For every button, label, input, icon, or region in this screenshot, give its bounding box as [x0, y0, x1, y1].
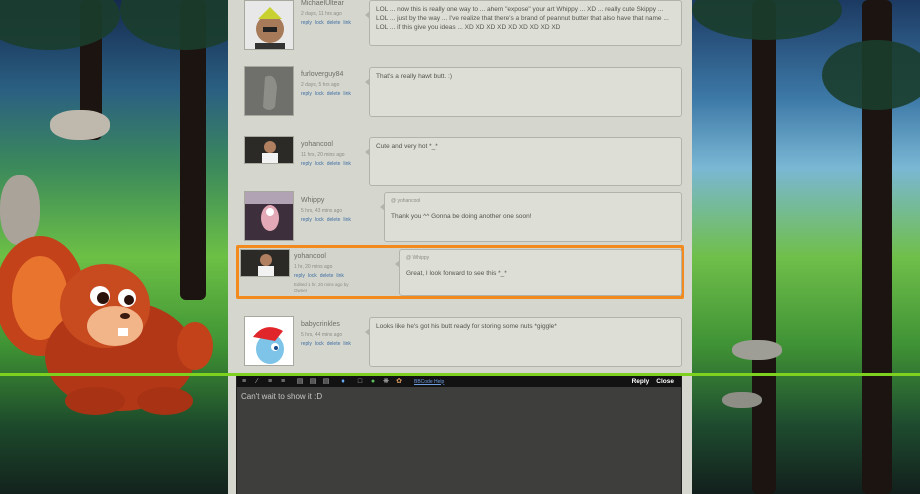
- reply-link[interactable]: reply: [301, 91, 312, 97]
- settings-icon[interactable]: ❋: [382, 378, 390, 386]
- avatar-whippy-icon: [245, 192, 293, 240]
- comment-text: Cute and very hot *_*: [376, 143, 438, 150]
- comment-text: LOL ... now this is really one way to ..…: [376, 6, 669, 31]
- squirrel-mascot: [0, 236, 213, 415]
- comment-text: That's a really hawt butt. :): [376, 73, 453, 80]
- lock-link[interactable]: lock: [315, 161, 324, 167]
- avatar-furlover-icon: [245, 67, 293, 115]
- permalink[interactable]: link: [343, 91, 351, 97]
- delete-link[interactable]: delete: [327, 91, 341, 97]
- avatar[interactable]: [240, 249, 290, 277]
- comment-body: LOL ... now this is really one way to ..…: [365, 0, 682, 46]
- underline-icon[interactable]: ≡: [266, 378, 274, 386]
- reply-link[interactable]: reply: [301, 20, 312, 26]
- comment-text: Great, I look forward to see this *_*: [406, 270, 507, 277]
- avatar-yohan-icon: [241, 250, 289, 276]
- comment-username[interactable]: yohancool: [294, 253, 374, 260]
- comment-body: Cute and very hot *_*: [365, 137, 682, 186]
- avatar[interactable]: [244, 191, 294, 241]
- comment-body: Looks like he's got his butt ready for s…: [365, 317, 682, 367]
- delete-link[interactable]: delete: [327, 341, 341, 347]
- italic-icon[interactable]: ∕: [253, 378, 261, 386]
- avatar[interactable]: [244, 316, 294, 366]
- list-icon[interactable]: ▤: [296, 378, 304, 386]
- comment-body: That's a really hawt butt. :): [365, 67, 682, 117]
- comment-text: Looks like he's got his butt ready for s…: [376, 323, 557, 330]
- avatar[interactable]: [244, 66, 294, 116]
- comment-item: yohancool 11 hrs, 20 mins ago reply lock d…: [236, 136, 684, 188]
- strike-icon[interactable]: ≡: [279, 378, 287, 386]
- comment-item: babycrinkles 5 hrs, 44 mins ago reply loc…: [236, 316, 684, 368]
- code-icon[interactable]: ▤: [322, 378, 330, 386]
- permalink[interactable]: link: [336, 273, 344, 279]
- edited-note: Edited 1 hr, 20 mins ago by Owner: [294, 282, 349, 293]
- delete-link[interactable]: delete: [327, 217, 341, 223]
- reply-editor: ≡ ∕ ≡ ≡ ▤ ▤ ▤ ♦ □ ● ❋ ✿ BBCode Help Repl…: [236, 376, 682, 494]
- permalink[interactable]: link: [343, 341, 351, 347]
- permalink[interactable]: link: [343, 20, 351, 26]
- lock-link[interactable]: lock: [315, 217, 324, 223]
- lock-link[interactable]: lock: [315, 341, 324, 347]
- comment-text: Thank you ^^ Gonna be doing another one …: [391, 213, 532, 220]
- delete-link[interactable]: delete: [327, 20, 341, 26]
- link-icon[interactable]: ♦: [339, 378, 347, 386]
- permalink[interactable]: link: [343, 161, 351, 167]
- reply-to-user[interactable]: @ yohancool: [391, 197, 675, 206]
- reply-to-user[interactable]: @ Whippy: [406, 254, 675, 263]
- close-button[interactable]: Close: [656, 378, 674, 385]
- comment-username[interactable]: Whippy: [301, 197, 381, 204]
- comment-item: furloverguy84 2 days, 5 hrs ago reply loc…: [236, 66, 684, 118]
- lock-link[interactable]: lock: [315, 91, 324, 97]
- comment-body: @ yohancool Thank you ^^ Gonna be doing …: [380, 192, 682, 242]
- comment-item: MichaelUltear 2 days, 11 hrs ago reply lo…: [236, 0, 684, 50]
- avatar-michael-icon: [245, 1, 293, 49]
- lock-link[interactable]: lock: [308, 273, 317, 279]
- comment-time: 5 hrs, 43 mins ago: [301, 208, 343, 214]
- avatar[interactable]: [244, 136, 294, 164]
- palette-icon[interactable]: ✿: [395, 378, 403, 386]
- color-icon[interactable]: ●: [369, 378, 377, 386]
- reply-textarea[interactable]: Can't wait to show it :D: [237, 387, 681, 407]
- avatar[interactable]: [244, 0, 294, 50]
- reply-link[interactable]: reply: [301, 341, 312, 347]
- permalink[interactable]: link: [343, 217, 351, 223]
- reply-link[interactable]: reply: [294, 273, 305, 279]
- reply-link[interactable]: reply: [301, 161, 312, 167]
- avatar-babycrinkles-icon: [245, 317, 293, 365]
- comment-item: Whippy 5 hrs, 43 mins ago reply lock delet…: [236, 191, 684, 243]
- quote-icon[interactable]: ▤: [309, 378, 317, 386]
- reply-button[interactable]: Reply: [632, 378, 650, 385]
- comment-body: @ Whippy Great, I look forward to see th…: [395, 249, 682, 296]
- reply-link[interactable]: reply: [301, 217, 312, 223]
- bold-icon[interactable]: ≡: [240, 378, 248, 386]
- delete-link[interactable]: delete: [320, 273, 334, 279]
- background-forest-right: [692, 0, 920, 494]
- editor-toolbar: ≡ ∕ ≡ ≡ ▤ ▤ ▤ ♦ □ ● ❋ ✿ BBCode Help Repl…: [237, 376, 681, 387]
- smiley-icon[interactable]: □: [356, 378, 364, 386]
- highlighted-comment: yohancool 1 hr, 20 mins ago reply lock del…: [236, 245, 684, 299]
- lock-link[interactable]: lock: [315, 20, 324, 26]
- avatar-yohan-icon: [245, 137, 293, 163]
- delete-link[interactable]: delete: [327, 161, 341, 167]
- comment-time: 1 hr, 20 mins ago: [294, 264, 333, 270]
- bbcode-help-link[interactable]: BBCode Help: [414, 379, 444, 385]
